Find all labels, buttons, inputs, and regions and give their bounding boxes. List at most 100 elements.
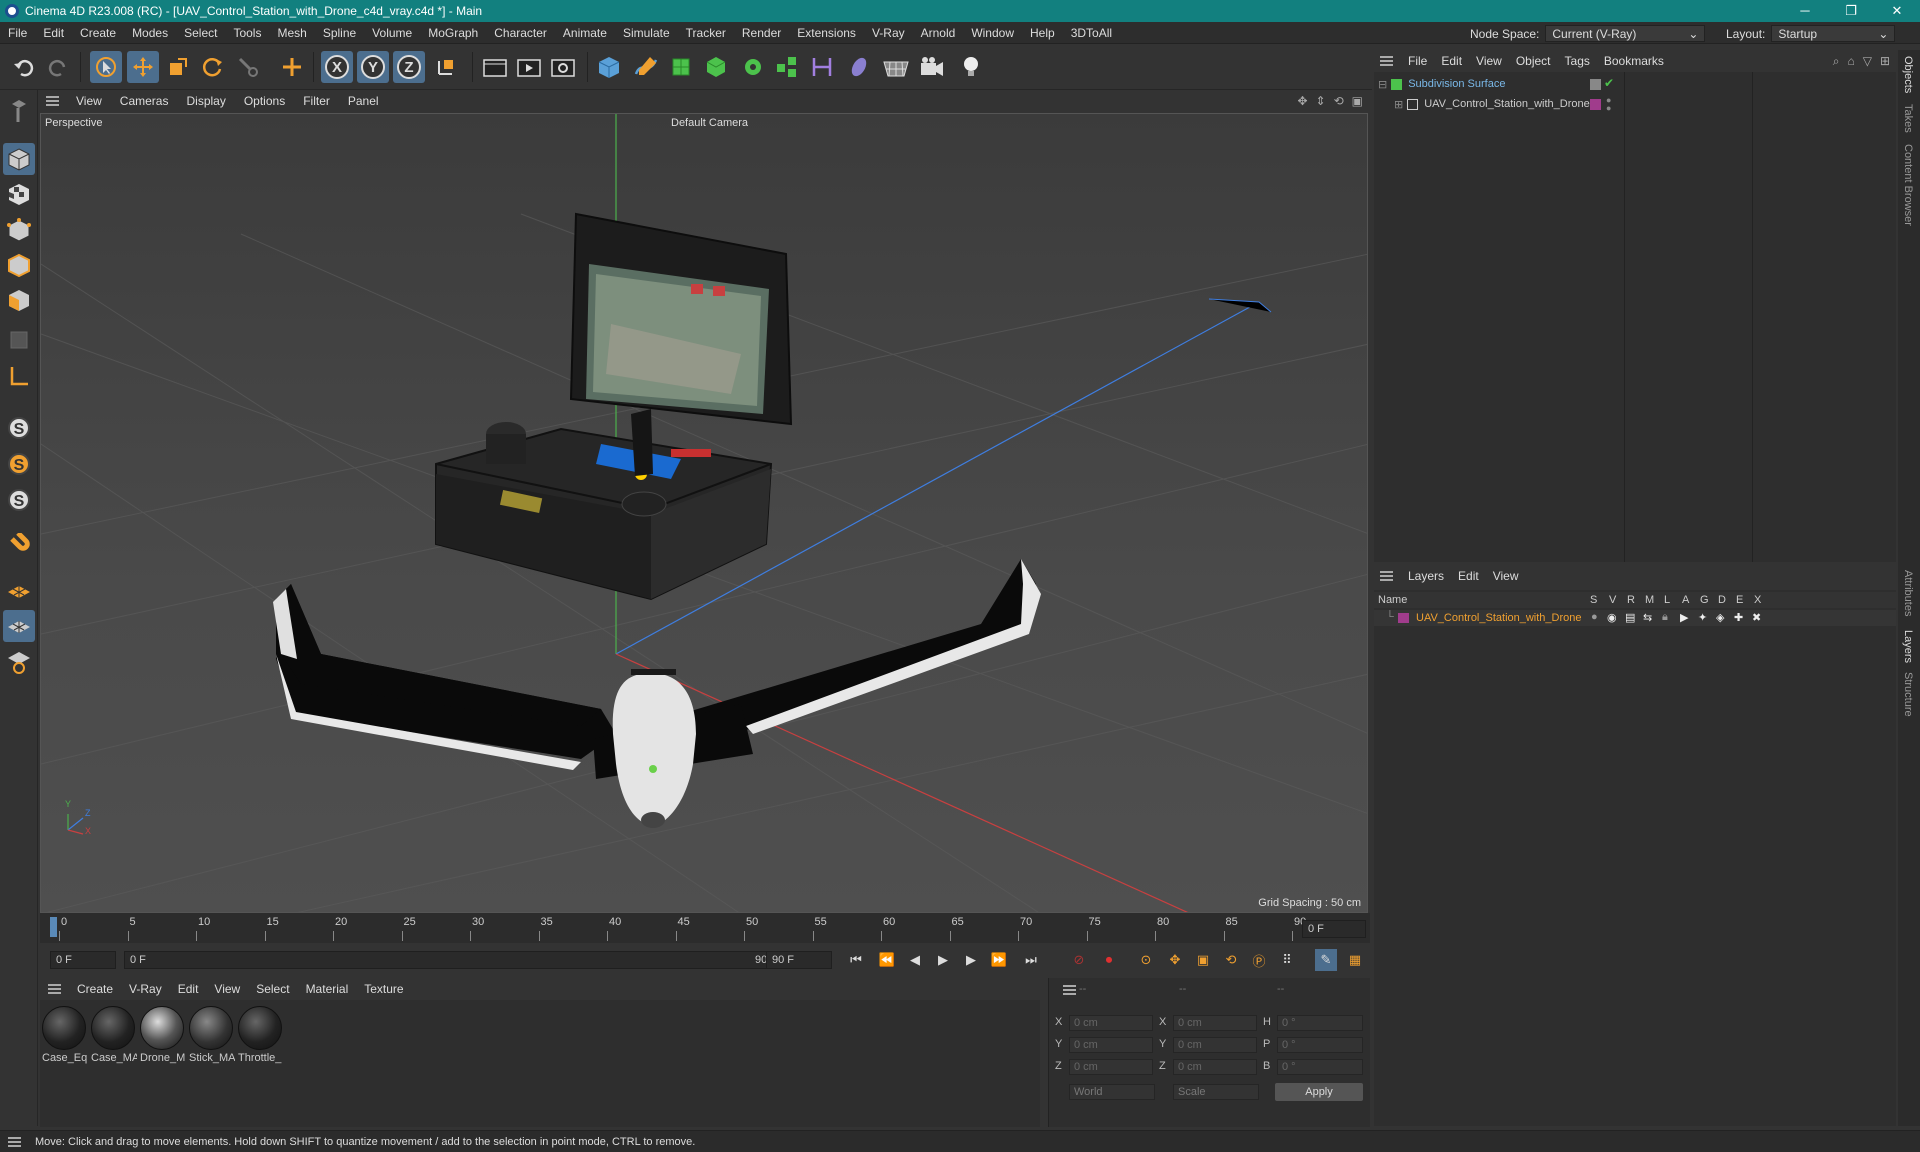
layer-color-swatch[interactable] xyxy=(1398,613,1409,623)
next-frame-icon[interactable]: ▶ xyxy=(960,949,982,971)
maximize-button[interactable]: ❐ xyxy=(1828,3,1874,19)
coordinate-mode-dropdown[interactable]: World xyxy=(1069,1084,1155,1100)
render-settings-button[interactable] xyxy=(547,51,579,83)
keyframe-selection-icon[interactable]: ⊙ xyxy=(1135,949,1157,971)
layer-tag-icon[interactable] xyxy=(1590,79,1601,90)
menu-edit[interactable]: Edit xyxy=(35,26,72,40)
tree-expand-icon[interactable]: ⊞ xyxy=(1394,98,1403,111)
layer-menu-icon[interactable] xyxy=(1380,571,1393,581)
menu-modes[interactable]: Modes xyxy=(124,26,176,40)
add-panel-icon[interactable]: ⊞ xyxy=(1880,54,1890,69)
deformer-icon[interactable] xyxy=(806,51,838,83)
home-icon[interactable]: ⌂ xyxy=(1847,54,1854,69)
y-axis-lock-button[interactable]: Y xyxy=(357,51,389,83)
go-to-start-icon[interactable]: ⏮ xyxy=(845,949,867,971)
object-menu-object[interactable]: Object xyxy=(1509,54,1558,68)
material-menu-vray[interactable]: V-Ray xyxy=(121,982,170,996)
object-menu-view[interactable]: View xyxy=(1469,54,1509,68)
menu-create[interactable]: Create xyxy=(72,26,124,40)
viewport-menu-display[interactable]: Display xyxy=(177,94,234,108)
lock-icon[interactable]: 🔒︎ xyxy=(1662,611,1668,624)
next-key-icon[interactable]: ⏩ xyxy=(988,949,1010,971)
render-view-button[interactable] xyxy=(479,51,511,83)
quantize-icon[interactable]: S xyxy=(3,484,35,516)
coordinates-menu-icon[interactable] xyxy=(1063,985,1076,995)
node-space-dropdown[interactable]: Current (V-Ray) ⌄ xyxy=(1545,25,1706,42)
current-frame-field[interactable]: 0 F xyxy=(1302,920,1366,938)
light-icon[interactable] xyxy=(955,51,987,83)
floor-icon[interactable] xyxy=(880,51,912,83)
solo-icon[interactable]: ● xyxy=(1591,611,1598,623)
make-editable-icon[interactable] xyxy=(3,95,35,127)
material-menu-edit[interactable]: Edit xyxy=(170,982,207,996)
snap-icon[interactable]: S xyxy=(3,412,35,444)
xref-icon[interactable]: ✖ xyxy=(1752,611,1761,624)
rot-p-field[interactable]: 0 ° xyxy=(1277,1037,1363,1053)
rot-h-field[interactable]: 0 ° xyxy=(1277,1015,1363,1031)
start-frame-field[interactable]: 0 F xyxy=(50,951,116,969)
filter-icon[interactable]: ▽ xyxy=(1863,54,1872,69)
tab-takes[interactable]: Takes xyxy=(1902,104,1914,133)
menu-animate[interactable]: Animate xyxy=(555,26,615,40)
pan-view-icon[interactable]: ✥ xyxy=(1297,94,1307,108)
viewport-menu-options[interactable]: Options xyxy=(235,94,294,108)
object-menu-edit[interactable]: Edit xyxy=(1434,54,1469,68)
viewport-menu-cameras[interactable]: Cameras xyxy=(111,94,178,108)
menu-file[interactable]: File xyxy=(0,26,35,40)
workplane-icon[interactable] xyxy=(3,575,35,607)
render-active-view-button[interactable] xyxy=(513,51,545,83)
search-icon[interactable]: ⌕ xyxy=(1833,54,1840,69)
extrude-icon[interactable] xyxy=(700,51,732,83)
model-mode-icon[interactable] xyxy=(3,143,35,175)
select-tool-button[interactable] xyxy=(90,51,122,83)
playhead[interactable] xyxy=(50,917,57,937)
magnet-icon[interactable] xyxy=(3,530,35,562)
menu-character[interactable]: Character xyxy=(486,26,555,40)
render-icon[interactable]: ▤ xyxy=(1625,611,1635,624)
undo-button[interactable] xyxy=(8,51,40,83)
material-item[interactable]: Drone_M xyxy=(140,1006,186,1064)
point-mode-icon[interactable] xyxy=(3,214,35,246)
key-position-icon[interactable]: ✥ xyxy=(1164,949,1186,971)
menu-render[interactable]: Render xyxy=(734,26,789,40)
axis-mode-icon[interactable] xyxy=(3,360,35,392)
menu-mograph[interactable]: MoGraph xyxy=(420,26,486,40)
deformers-icon[interactable]: ◈ xyxy=(1716,611,1724,624)
tab-layers[interactable]: Layers xyxy=(1902,630,1914,663)
layer-menu-edit[interactable]: Edit xyxy=(1451,569,1486,583)
menu-spline[interactable]: Spline xyxy=(315,26,364,40)
field-icon[interactable] xyxy=(843,51,875,83)
autokey-icon[interactable]: ⏺ xyxy=(1098,949,1120,971)
visibility-dots-icon[interactable]: ● ● xyxy=(1606,96,1611,113)
menu-help[interactable]: Help xyxy=(1022,26,1063,40)
timeline-ruler[interactable]: 0 5 10 15 20 25 30 35 40 45 50 55 60 65 70 75 80 85 90 0 F xyxy=(40,913,1370,943)
apply-button[interactable]: Apply xyxy=(1275,1083,1363,1101)
object-menu-tags[interactable]: Tags xyxy=(1558,54,1597,68)
generators-icon[interactable]: ✦ xyxy=(1698,611,1707,624)
x-axis-lock-button[interactable]: X xyxy=(321,51,353,83)
layer-menu-layers[interactable]: Layers xyxy=(1401,569,1451,583)
enabled-check-icon[interactable]: ✔ xyxy=(1604,76,1614,90)
menu-simulate[interactable]: Simulate xyxy=(615,26,678,40)
key-pla-icon[interactable]: ⠿ xyxy=(1276,949,1298,971)
scale-tool-button[interactable] xyxy=(162,51,194,83)
layer-menu-view[interactable]: View xyxy=(1486,569,1526,583)
dolly-view-icon[interactable]: ⇕ xyxy=(1316,94,1326,108)
cloner-icon[interactable] xyxy=(737,51,769,83)
minimize-button[interactable]: ─ xyxy=(1782,3,1828,19)
menu-extensions[interactable]: Extensions xyxy=(789,26,864,40)
object-menu-bookmarks[interactable]: Bookmarks xyxy=(1597,54,1671,68)
status-menu-icon[interactable] xyxy=(8,1136,21,1147)
viewport-menu-filter[interactable]: Filter xyxy=(294,94,339,108)
viewport-menu-icon[interactable] xyxy=(46,96,59,106)
play-icon[interactable]: ▶ xyxy=(932,949,954,971)
locked-workplane-icon[interactable] xyxy=(3,645,35,677)
menu-arnold[interactable]: Arnold xyxy=(913,26,964,40)
viewport-menu-panel[interactable]: Panel xyxy=(339,94,388,108)
layout-dropdown[interactable]: Startup ⌄ xyxy=(1771,25,1896,42)
material-item[interactable]: Stick_MA xyxy=(189,1006,235,1064)
move-tool-button[interactable] xyxy=(127,51,159,83)
camera-icon[interactable] xyxy=(916,51,948,83)
uv-mode-icon[interactable] xyxy=(3,324,35,356)
redo-button[interactable] xyxy=(42,51,74,83)
